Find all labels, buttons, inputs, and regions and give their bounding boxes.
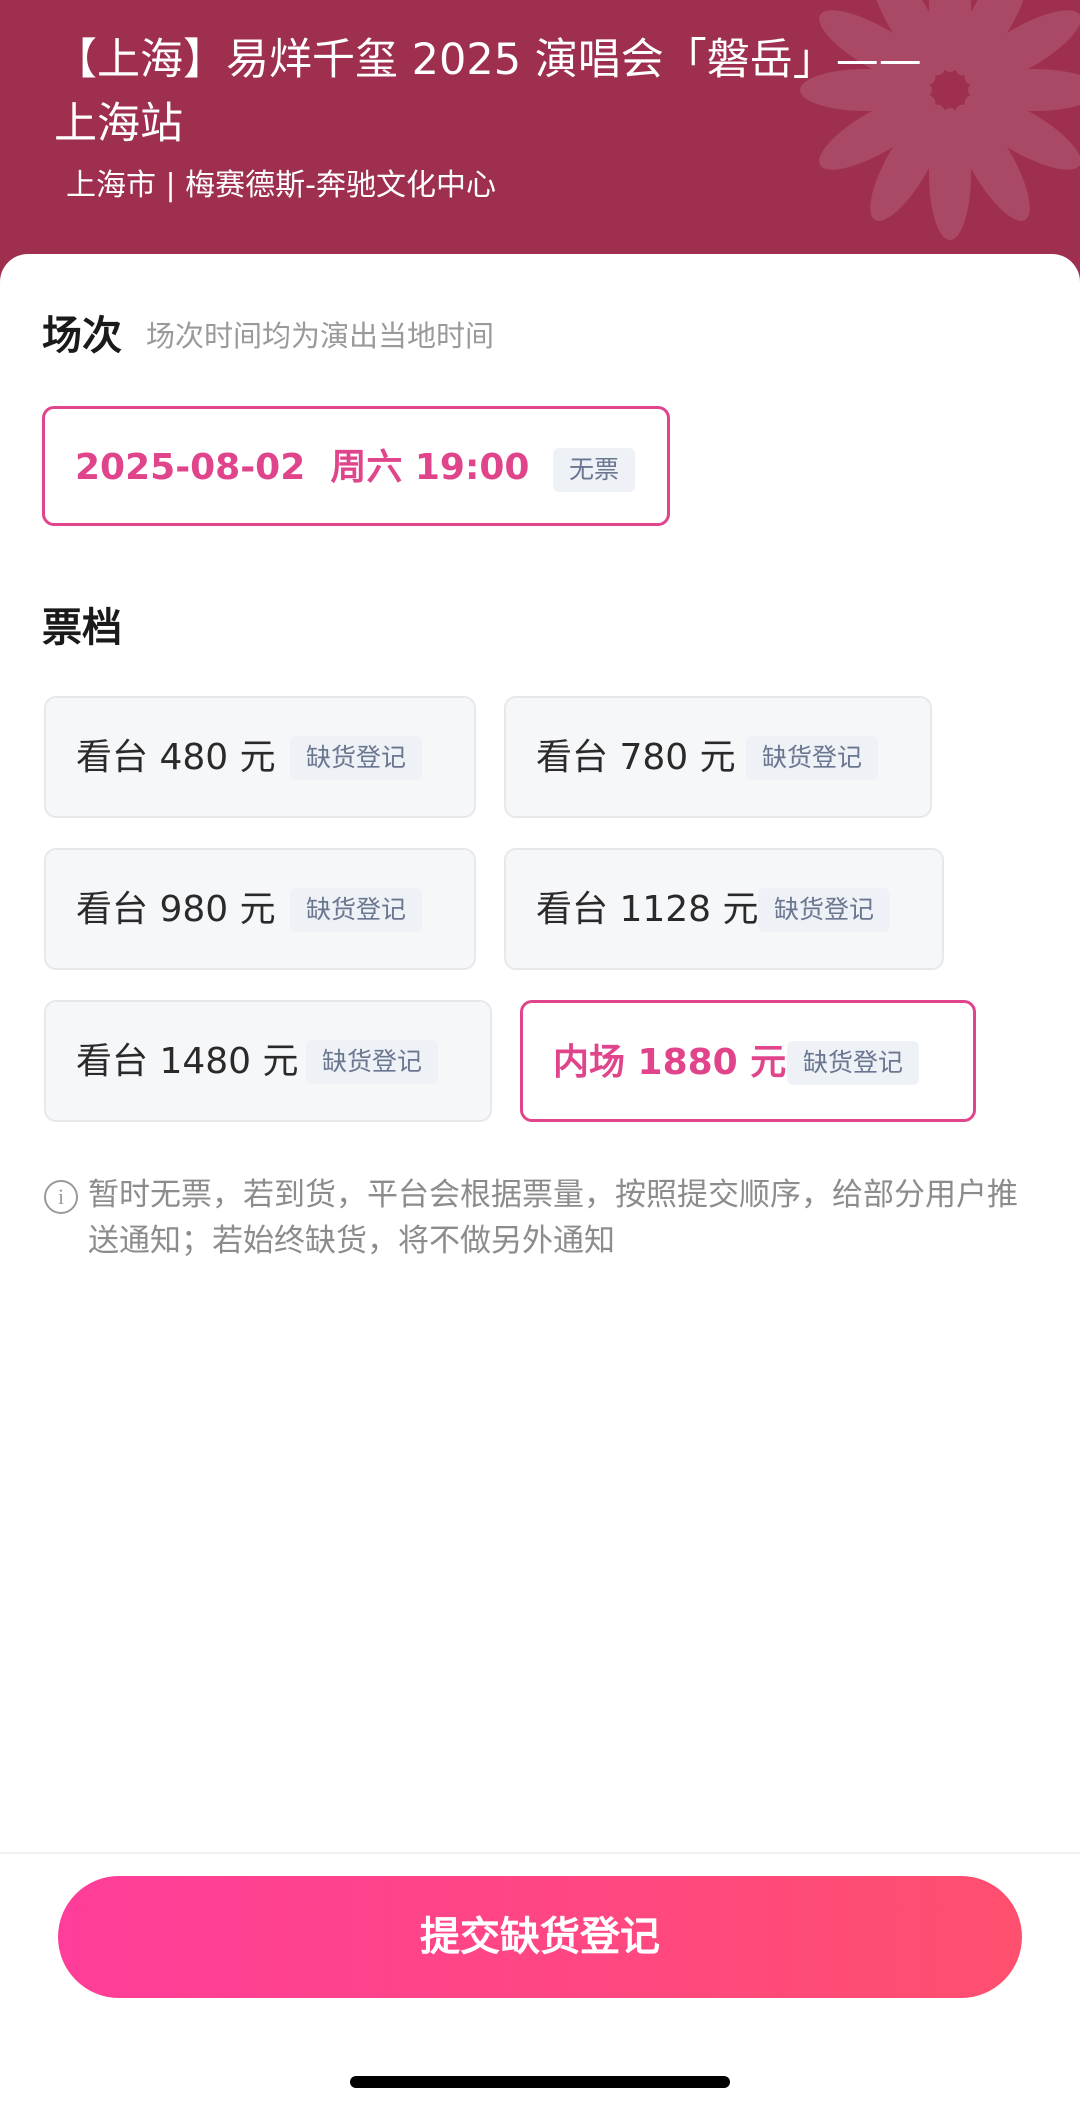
tier-option[interactable]: 看台 1480 元 缺货登记 [44,1000,492,1122]
tier-label: 看台 780 元 [536,737,736,778]
event-title: 【上海】易烊千玺 2025 演唱会「磐岳」——上海站 [54,35,922,149]
waitlist-badge: 缺货登记 [290,736,423,780]
tier-option[interactable]: 看台 1128 元 缺货登记 [504,848,944,970]
tier-label: 看台 980 元 [76,889,276,930]
session-datetime: 2025-08-02 周六 19:00 [75,447,530,488]
tier-option[interactable]: 看台 980 元 缺货登记 [44,848,476,970]
tier-label: 看台 1480 元 [76,1041,299,1082]
tier-label: 内场 1880 元 [553,1042,787,1083]
notice-text: 暂时无票，若到货，平台会根据票量，按照提交顺序，给部分用户推送通知；若始终缺货，… [88,1177,1018,1259]
waitlist-badge: 缺货登记 [758,888,891,932]
waitlist-badge: 缺货登记 [306,1040,439,1084]
tier-label: 看台 480 元 [76,737,276,778]
event-venue: 上海市 | 梅赛德斯-奔驰文化中心 [66,168,497,203]
waitlist-badge: 缺货登记 [290,888,423,932]
no-ticket-badge: 无票 [553,448,636,492]
tier-option-selected[interactable]: 内场 1880 元 缺货登记 [520,1000,976,1122]
tier-option[interactable]: 看台 480 元 缺货登记 [44,696,476,818]
home-indicator [350,2076,730,2088]
tier-section-title: 票档 [42,605,122,651]
waitlist-badge: 缺货登记 [787,1041,920,1085]
info-icon: i [44,1180,78,1214]
ticket-selection-card: 场次 场次时间均为演出当地时间 2025-08-02 周六 19:00 无票 票… [0,254,1080,2114]
session-hint: 场次时间均为演出当地时间 [146,319,495,353]
tier-label: 看台 1128 元 [536,889,759,930]
tier-option[interactable]: 看台 780 元 缺货登记 [504,696,932,818]
session-option[interactable]: 2025-08-02 周六 19:00 无票 [42,406,670,526]
session-section-title: 场次 [42,313,122,359]
waitlist-badge: 缺货登记 [746,736,879,780]
ticket-page: 【上海】易烊千玺 2025 演唱会「磐岳」——上海站 上海市 | 梅赛德斯-奔驰… [0,0,1080,2114]
footer-divider [0,1852,1080,1854]
submit-waitlist-button[interactable]: 提交缺货登记 [58,1876,1022,1998]
